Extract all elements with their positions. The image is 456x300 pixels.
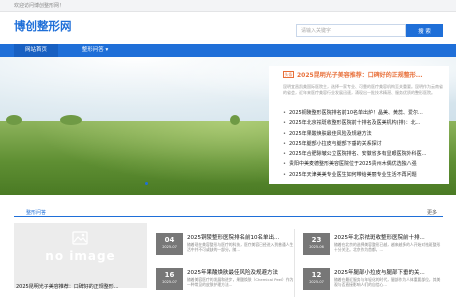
article-title[interactable]: 2025铜陵整形医院排名前10名单出... xyxy=(187,233,295,241)
date-badge: 16 2025-07 xyxy=(156,268,183,290)
date-badge: 12 2025-07 xyxy=(303,268,330,290)
welcome-text: 欢迎访问博创整形网！ xyxy=(14,3,65,9)
featured-badge: 头条 xyxy=(283,71,294,78)
article-title[interactable]: 2025年果酸焕肤最佳风险及规避方法 xyxy=(187,268,295,276)
article-item[interactable]: 12 2025-07 2025年腿部小拉皮与腿部下垂的关... 随着在最近服务与… xyxy=(303,268,443,300)
featured-article-caption[interactable]: 2025昆明光子美容推荐：口碑好的正规整形... xyxy=(16,283,146,290)
article-summary: 随着在北京的选择美容整形已越，越来越多的人开始对祛斑整形十分关注。北京作为首都，… xyxy=(334,242,441,253)
news-link[interactable]: 贵阳中美麦德整形美容医院位于2025贵州木偶优选独八强 xyxy=(283,159,447,169)
search-input[interactable] xyxy=(296,24,406,37)
news-list: 2025铜陵整形医院排名前10名单出炉！晶美、黄蕊、爱尔... 2025年北京祛… xyxy=(283,108,447,180)
date-badge: 04 2025-07 xyxy=(156,233,183,255)
news-link[interactable]: 2025年腿部小拉皮与腿部下垂的关系探讨 xyxy=(283,139,447,149)
news-link[interactable]: 2025年合肥除皱公立医院排名、安徽省多有显眼医院外科医... xyxy=(283,149,447,159)
main-nav: 网站首页 整形问答 ▾ xyxy=(0,44,456,57)
site-logo[interactable]: 博创整形网 xyxy=(14,18,72,34)
article-title[interactable]: 2025年腿部小拉皮与腿部下垂的关... xyxy=(334,268,442,276)
article-summary: 随着在最近服务与年轻化的时代，腿部作为人体重要部位，其美观与否直接影响人们的自信… xyxy=(334,277,441,288)
section-title: 整形问答 xyxy=(26,210,47,216)
news-link[interactable]: 2025年果酸焕肤最佳风险及规避方法 xyxy=(283,129,447,139)
featured-title-link[interactable]: 2025昆明光子美容推荐：口碑好的正规整形... xyxy=(297,70,447,79)
article-summary: 随着现在美容整形与医疗的科技，医疗美容已经进入到普通人生活中并不可或缺的一部分。… xyxy=(187,242,294,253)
nav-item-home[interactable]: 网站首页 xyxy=(14,44,58,57)
search-bar: 搜 索 xyxy=(296,24,443,37)
news-link[interactable]: 2025铜陵整形医院排名前10名单出炉！晶美、黄蕊、爱尔... xyxy=(283,108,447,118)
search-button[interactable]: 搜 索 xyxy=(406,24,443,37)
article-item[interactable]: 16 2025-07 2025年果酸焕肤最佳风险及规避方法 随着美容医疗的发展和… xyxy=(156,268,296,300)
top-bar: 欢迎访问博创整形网！ xyxy=(0,0,456,12)
article-item[interactable]: 04 2025-07 2025铜陵整形医院排名前10名单出... 随着现在美容整… xyxy=(156,233,296,265)
image-placeholder-icon xyxy=(72,231,88,245)
slider-pagination xyxy=(145,182,148,185)
slider-dot[interactable] xyxy=(145,182,148,185)
tree-decor xyxy=(6,115,22,125)
section-header: 整形问答 更多 xyxy=(14,207,443,217)
news-link[interactable]: 2025年北京祛斑收整形医院前十排名及医美机构(排)：北... xyxy=(283,118,447,128)
article-title[interactable]: 2025年北京祛斑收整形医院前十排... xyxy=(334,233,442,241)
more-link[interactable]: 更多 xyxy=(427,209,437,216)
news-link[interactable]: 2025年天津美美专业医生如何带给美丽专业生活不再问题 xyxy=(283,170,447,180)
featured-description: 昆明宜昌凯美国际医院主，选择一家专业、可靠的医疗美容机构至关重要。昆明作为云南省… xyxy=(283,84,443,95)
date-badge: 23 2025-06 xyxy=(303,233,330,255)
no-image-text: no image xyxy=(45,249,116,263)
headline-panel: 头条 2025昆明光子美容推荐：口碑好的正规整形... 昆明宜昌凯美国际医院主，… xyxy=(269,66,449,184)
article-item[interactable]: 23 2025-06 2025年北京祛斑收整形医院前十排... 随着在北京的选择… xyxy=(303,233,443,265)
tree-decor xyxy=(60,115,82,125)
nav-item-qa-dropdown[interactable]: 整形问答 ▾ xyxy=(72,44,118,57)
tree-decor xyxy=(230,115,240,125)
article-summary: 随着美容医疗的发展和进步，果酸焕肤（Chemical Peel）作为一种常见的皮… xyxy=(187,277,294,288)
placeholder-image: no image xyxy=(14,223,147,288)
